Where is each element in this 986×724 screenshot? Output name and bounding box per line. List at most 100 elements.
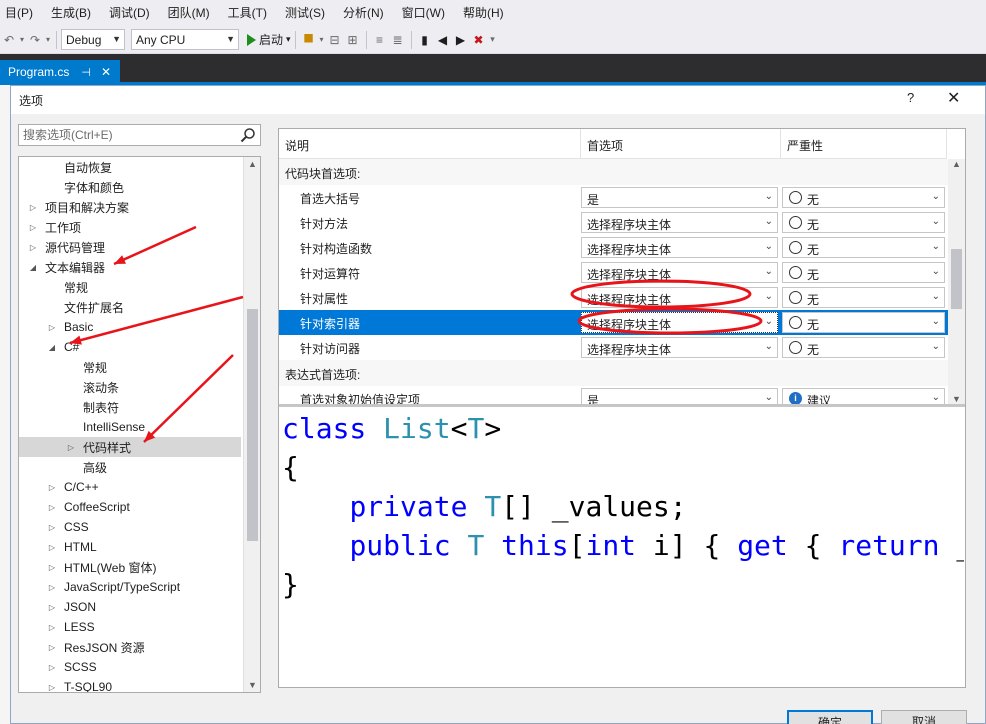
- option-row[interactable]: 针对索引器 选择程序块主体 ⌄ 无 ⌄: [279, 310, 948, 335]
- tree-item[interactable]: ▷ C/C++: [19, 477, 241, 497]
- expand-icon[interactable]: ▷: [46, 663, 58, 672]
- collapse-icon[interactable]: ◢: [27, 263, 39, 272]
- severity-select[interactable]: 无 ⌄: [782, 337, 945, 358]
- tree-item[interactable]: 高级: [19, 457, 241, 477]
- tree-item[interactable]: ▷ HTML: [19, 537, 241, 557]
- clear-bookmarks-icon[interactable]: ✖: [470, 31, 488, 49]
- tree-item[interactable]: ▷ CSS: [19, 517, 241, 537]
- uncomment-icon[interactable]: ≣: [389, 31, 407, 49]
- tree-item[interactable]: 常规: [19, 357, 241, 377]
- tree-item[interactable]: ▷ 项目和解决方案: [19, 197, 241, 217]
- tree-scrollbar[interactable]: ▲ ▼: [243, 157, 260, 692]
- option-row[interactable]: 针对属性 选择程序块主体 ⌄ 无 ⌄: [279, 285, 948, 310]
- cancel-button[interactable]: 取消: [881, 710, 967, 724]
- tree-item[interactable]: IntelliSense: [19, 417, 241, 437]
- toolbar-overflow-icon[interactable]: ▾: [488, 31, 498, 49]
- collapse-icon[interactable]: ◢: [46, 343, 58, 352]
- expand-icon[interactable]: ▷: [46, 543, 58, 552]
- preference-select[interactable]: 是 ⌄: [581, 388, 778, 404]
- expand-icon[interactable]: ▷: [46, 623, 58, 632]
- tree-item[interactable]: ◢ 文本编辑器: [19, 257, 241, 277]
- search-input[interactable]: [19, 125, 229, 145]
- dropdown-arrow-icon[interactable]: ▾: [318, 31, 326, 49]
- preference-select[interactable]: 是 ⌄: [581, 187, 778, 208]
- tab-program-cs[interactable]: Program.cs ⊣ ✕: [0, 60, 120, 84]
- expand-icon[interactable]: ▷: [46, 323, 58, 332]
- menu-item[interactable]: 测试(S): [276, 0, 334, 26]
- grid-scrollbar[interactable]: ▲ ▼: [948, 159, 965, 404]
- preference-select[interactable]: 选择程序块主体 ⌄: [581, 237, 778, 258]
- tree-item[interactable]: ▷ SCSS: [19, 657, 241, 677]
- expand-icon[interactable]: ▷: [46, 523, 58, 532]
- scroll-up-icon[interactable]: ▲: [952, 159, 961, 169]
- tree-item[interactable]: ▷ 工作项: [19, 217, 241, 237]
- scroll-down-icon[interactable]: ▼: [952, 394, 961, 404]
- expand-icon[interactable]: ▷: [46, 603, 58, 612]
- option-row[interactable]: 针对访问器 选择程序块主体 ⌄ 无 ⌄: [279, 335, 948, 360]
- tree-item[interactable]: ▷ JSON: [19, 597, 241, 617]
- severity-select[interactable]: i 建议 ⌄: [782, 388, 945, 404]
- scroll-up-icon[interactable]: ▲: [248, 159, 257, 169]
- tree-item[interactable]: ▷ HTML(Web 窗体): [19, 557, 241, 577]
- preference-select[interactable]: 选择程序块主体 ⌄: [581, 262, 778, 283]
- severity-select[interactable]: 无 ⌄: [782, 312, 945, 333]
- severity-select[interactable]: 无 ⌄: [782, 237, 945, 258]
- solution-platform-select[interactable]: Any CPU ▼: [131, 29, 239, 50]
- pin-icon[interactable]: ⊣: [81, 66, 91, 79]
- help-button[interactable]: ?: [907, 90, 914, 105]
- step-over-icon[interactable]: ⊞: [344, 31, 362, 49]
- bookmark-icon[interactable]: ▮: [416, 31, 434, 49]
- severity-select[interactable]: 无 ⌄: [782, 287, 945, 308]
- column-header-preference[interactable]: 首选项: [581, 129, 781, 159]
- expand-icon[interactable]: ▷: [27, 203, 39, 212]
- expand-icon[interactable]: ▷: [46, 643, 58, 652]
- dropdown-arrow-icon[interactable]: ▾: [44, 31, 52, 49]
- severity-select[interactable]: 无 ⌄: [782, 187, 945, 208]
- severity-select[interactable]: 无 ⌄: [782, 212, 945, 233]
- start-debug-button[interactable]: 启动 ▾: [247, 31, 291, 48]
- scrollbar-thumb[interactable]: [951, 249, 962, 309]
- menu-item[interactable]: 分析(N): [334, 0, 393, 26]
- undo-icon[interactable]: ↶: [0, 31, 18, 49]
- tree-item[interactable]: 制表符: [19, 397, 241, 417]
- severity-select[interactable]: 无 ⌄: [782, 262, 945, 283]
- expand-icon[interactable]: ▷: [46, 683, 58, 692]
- menu-item[interactable]: 帮助(H): [454, 0, 513, 26]
- tree-item[interactable]: ▷ 源代码管理: [19, 237, 241, 257]
- tree-item[interactable]: 常规: [19, 277, 241, 297]
- tree-item[interactable]: 文件扩展名: [19, 297, 241, 317]
- menu-item[interactable]: 工具(T): [219, 0, 276, 26]
- tree-item[interactable]: ▷ 代码样式: [19, 437, 241, 457]
- next-bookmark-icon[interactable]: ▶: [452, 31, 470, 49]
- expand-icon[interactable]: ▷: [46, 563, 58, 572]
- option-row[interactable]: 首选对象初始值设定项是 ⌄ i 建议 ⌄: [279, 386, 948, 404]
- expand-icon[interactable]: ▷: [65, 443, 77, 452]
- menu-item[interactable]: 团队(M): [159, 0, 219, 26]
- redo-icon[interactable]: ↷: [26, 31, 44, 49]
- menu-item[interactable]: 生成(B): [42, 0, 100, 26]
- option-row[interactable]: 首选大括号是 ⌄ 无 ⌄: [279, 185, 948, 210]
- tree-item[interactable]: ◢ C#: [19, 337, 241, 357]
- menu-item[interactable]: 目(P): [0, 0, 42, 26]
- expand-icon[interactable]: ▷: [46, 483, 58, 492]
- find-icon[interactable]: ⯀: [300, 31, 318, 49]
- expand-icon[interactable]: ▷: [46, 583, 58, 592]
- close-button[interactable]: ✕: [947, 88, 960, 108]
- prev-bookmark-icon[interactable]: ◀: [434, 31, 452, 49]
- close-icon[interactable]: ✕: [101, 65, 111, 79]
- preview-splitter[interactable]: [279, 404, 965, 407]
- tree-item[interactable]: 自动恢复: [19, 157, 241, 177]
- tree-item[interactable]: 字体和颜色: [19, 177, 241, 197]
- solution-config-select[interactable]: Debug ▼: [61, 29, 125, 50]
- scrollbar-thumb[interactable]: [247, 309, 258, 541]
- menu-item[interactable]: 调试(D): [100, 0, 159, 26]
- expand-icon[interactable]: ▷: [27, 223, 39, 232]
- tree-item[interactable]: 滚动条: [19, 377, 241, 397]
- step-into-icon[interactable]: ⊟: [326, 31, 344, 49]
- column-header-description[interactable]: 说明: [279, 129, 581, 159]
- option-row[interactable]: 针对方法 选择程序块主体 ⌄ 无 ⌄: [279, 210, 948, 235]
- tree-item[interactable]: ▷ JavaScript/TypeScript: [19, 577, 241, 597]
- ok-button[interactable]: 确定: [787, 710, 873, 724]
- menu-item[interactable]: 窗口(W): [393, 0, 454, 26]
- preference-select[interactable]: 选择程序块主体 ⌄: [581, 212, 778, 233]
